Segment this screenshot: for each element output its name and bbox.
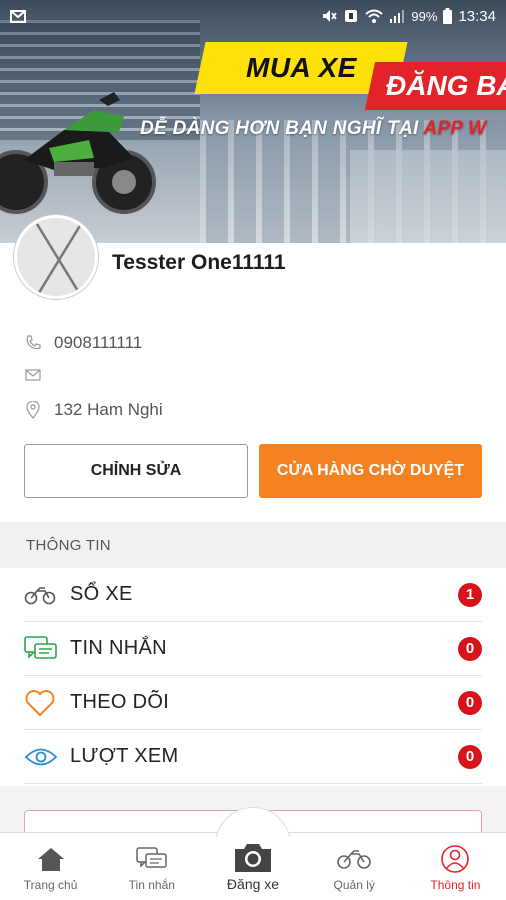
mail-notification-icon	[10, 9, 26, 23]
menu-item-so-xe[interactable]: SỔ XE 1	[24, 568, 482, 622]
nav-label: Thông tin	[430, 878, 481, 892]
banner-building	[350, 150, 506, 243]
location-pin-icon	[24, 401, 42, 419]
avatar-placeholder-icon	[35, 223, 83, 296]
menu-label: SỔ XE	[70, 583, 133, 605]
address-text: 132 Ham Nghi	[54, 400, 163, 419]
pending-store-button[interactable]: CỬA HÀNG CHỜ DUYỆT	[259, 444, 482, 498]
promo-headline: ĐĂNG BÁ	[386, 70, 506, 101]
email-row	[24, 366, 54, 384]
menu-label: THEO DÕI	[70, 691, 170, 713]
chat-icon	[136, 844, 168, 874]
motorbike-image	[0, 92, 156, 214]
menu-label: TIN NHẮN	[70, 637, 167, 659]
menu-item-luot-xem[interactable]: LƯỢT XEM 0	[24, 730, 482, 784]
menu-label: LƯỢT XEM	[70, 745, 179, 767]
nav-post-bike[interactable]: Đăng xe	[202, 807, 303, 900]
heart-icon	[24, 688, 58, 718]
nav-label: Trang chủ	[23, 878, 78, 892]
bottom-navigation: Trang chủ Tin nhắn Đăng xe Quản lý Thông…	[0, 807, 506, 900]
signal-icon	[390, 10, 405, 23]
nav-label: Đăng xe	[226, 876, 280, 892]
nav-label: Quản lý	[333, 878, 375, 892]
menu-item-theo-doi[interactable]: THEO DÕI 0	[24, 676, 482, 730]
phone-number: 0908111111	[54, 333, 143, 352]
camera-icon	[233, 842, 273, 872]
phone-row: 0908111111	[24, 333, 142, 353]
nav-home[interactable]: Trang chủ	[0, 833, 101, 900]
edit-profile-button[interactable]: CHỈNH SỬA	[24, 444, 248, 498]
phone-icon	[24, 334, 42, 352]
nav-label: Tin nhắn	[128, 878, 175, 892]
count-badge: 0	[458, 636, 482, 661]
wifi-icon	[365, 9, 384, 23]
nav-account[interactable]: Thông tin	[405, 833, 506, 900]
nav-messages[interactable]: Tin nhắn	[101, 833, 202, 900]
promo-headline: MUA XE	[245, 52, 357, 83]
count-badge: 0	[458, 744, 482, 769]
avatar[interactable]	[14, 215, 98, 299]
address-row: 132 Ham Nghi	[24, 400, 163, 420]
home-icon	[36, 844, 66, 874]
envelope-icon	[24, 366, 42, 384]
mute-icon	[323, 10, 338, 22]
clock: 13:34	[458, 7, 496, 25]
menu-item-tin-nhan[interactable]: TIN NHẮN 0	[24, 622, 482, 676]
alarm-icon	[345, 10, 358, 22]
battery-icon	[443, 8, 453, 24]
count-badge: 1	[458, 582, 482, 607]
count-badge: 0	[458, 690, 482, 715]
battery-percent: 99%	[411, 8, 438, 24]
motorbike-icon	[337, 844, 372, 874]
motorbike-icon	[24, 580, 58, 610]
status-bar: 99% 13:34	[0, 0, 506, 32]
user-icon	[440, 844, 470, 874]
promo-banner[interactable]: MUA XE ĐĂNG BÁ DỄ DÀNG HƠN BẠN NGHĨ TẠI …	[0, 0, 506, 243]
promo-badge-post: ĐĂNG BÁ	[364, 62, 506, 110]
nav-manage[interactable]: Quản lý	[304, 833, 405, 900]
section-title: THÔNG TIN	[0, 522, 506, 568]
profile-name: Tesster One11111	[112, 251, 286, 274]
promo-tagline: DỄ DÀNG HƠN BẠN NGHĨ TẠI APP W	[140, 118, 487, 139]
eye-icon	[24, 742, 58, 772]
chat-icon	[24, 634, 58, 664]
